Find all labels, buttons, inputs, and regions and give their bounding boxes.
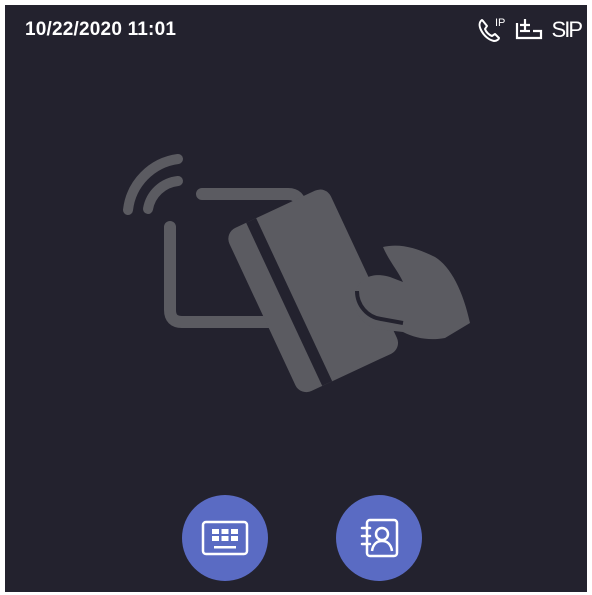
screen: 10/22/2020 11:01 IP SIP — [5, 5, 587, 592]
keypad-button[interactable] — [182, 495, 268, 581]
keypad-icon — [201, 520, 249, 556]
card-swipe-reader-icon — [123, 154, 470, 393]
contacts-icon — [360, 518, 399, 558]
contacts-button[interactable] — [336, 495, 422, 581]
